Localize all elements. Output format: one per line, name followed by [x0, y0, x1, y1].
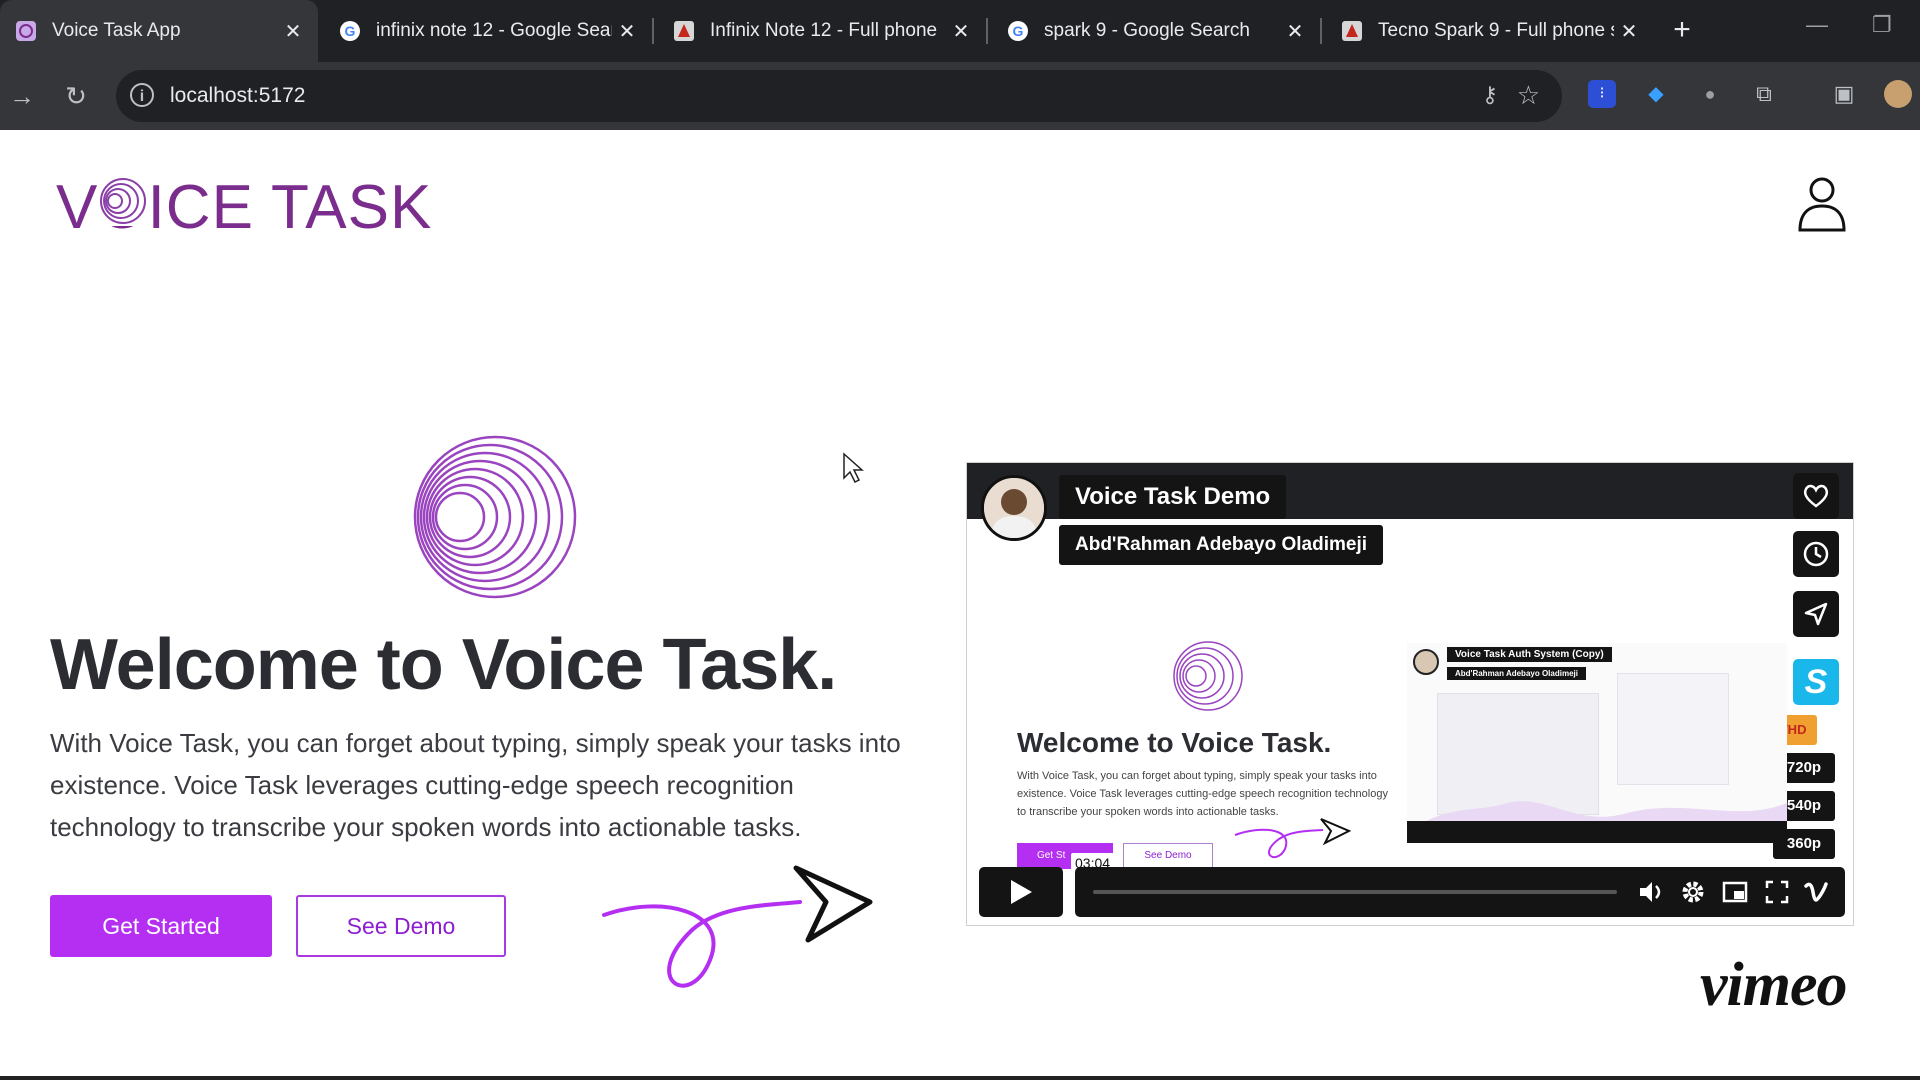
vimeo-logo[interactable]: vimeo — [1700, 950, 1847, 1021]
nested-video-title: Voice Task Auth System (Copy) — [1447, 647, 1612, 662]
extension-icon-grey[interactable]: ● — [1696, 80, 1724, 108]
google-icon: G — [1006, 19, 1030, 43]
browser-toolbar: → ↻ i localhost:5172 ⚷ ☆ ⁝ ◆ ● ⧉ ▣ — [0, 62, 1920, 130]
extension-s-icon[interactable]: S — [1793, 659, 1839, 705]
tab-title: infinix note 12 - Google Sear — [376, 20, 612, 41]
restore-icon[interactable]: ❐ — [1872, 12, 1892, 38]
gsmarena-icon — [1340, 19, 1364, 43]
play-button[interactable] — [979, 867, 1063, 917]
inner-see-demo: See Demo — [1123, 843, 1213, 869]
password-key-icon[interactable]: ⚷ — [1482, 82, 1498, 108]
inner-swirl-icon — [1234, 818, 1352, 859]
logo-ring-icon — [98, 176, 148, 226]
watch-later-clock-icon[interactable] — [1793, 531, 1839, 577]
inner-heading: Welcome to Voice Task. — [1017, 727, 1332, 758]
video-control-bar — [1075, 867, 1845, 917]
back-arrow-icon[interactable]: → — [2, 76, 42, 116]
play-icon — [1011, 880, 1032, 904]
tab-infinix-search[interactable]: G infinix note 12 - Google Sear ✕ — [324, 0, 654, 62]
minimize-icon[interactable]: — — [1806, 12, 1828, 38]
author-avatar[interactable] — [981, 475, 1047, 541]
user-profile-icon[interactable] — [1796, 176, 1848, 232]
like-heart-icon[interactable] — [1793, 473, 1839, 519]
browser-tab-strip: Voice Task App ✕ G infinix note 12 - Goo… — [0, 0, 1920, 62]
google-icon: G — [338, 19, 362, 43]
hero-description: With Voice Task, you can forget about ty… — [50, 728, 901, 842]
video-title[interactable]: Voice Task Demo — [1059, 475, 1287, 519]
address-bar[interactable]: i localhost:5172 ⚷ ☆ — [116, 70, 1562, 122]
demo-video-player[interactable]: Voice Task Demo Abd'Rahman Adebayo Oladi… — [966, 462, 1854, 926]
nested-controls-bar — [1407, 821, 1787, 843]
nested-avatar — [1413, 649, 1439, 675]
tab-spark-search[interactable]: G spark 9 - Google Search ✕ — [992, 0, 1322, 62]
close-icon[interactable]: ✕ — [278, 19, 308, 44]
svg-text:G: G — [1013, 23, 1024, 39]
decorative-swirl-arrow-icon — [602, 865, 873, 988]
new-tab-button[interactable]: + — [1662, 10, 1702, 50]
hero-spiral-icon — [413, 435, 577, 599]
tab-separator — [652, 18, 654, 44]
tab-title: Tecno Spark 9 - Full phone s — [1378, 20, 1614, 41]
close-icon[interactable]: ✕ — [1614, 19, 1644, 44]
hero-heading: Welcome to Voice Task. — [50, 625, 837, 705]
close-icon[interactable]: ✕ — [946, 19, 976, 44]
side-panel-icon[interactable]: ▣ — [1830, 80, 1858, 108]
tab-separator — [1320, 18, 1322, 44]
fullscreen-icon[interactable] — [1763, 878, 1791, 906]
inner-spiral-icon — [1173, 641, 1243, 711]
tab-infinix-phone[interactable]: Infinix Note 12 - Full phone ✕ — [658, 0, 988, 62]
mouse-cursor-icon — [843, 452, 864, 484]
tab-separator — [986, 18, 988, 44]
reload-icon[interactable]: ↻ — [56, 76, 96, 116]
volume-icon[interactable] — [1637, 878, 1665, 906]
tab-tecno-phone[interactable]: Tecno Spark 9 - Full phone s ✕ — [1326, 0, 1654, 62]
tab-title: Voice Task App — [52, 20, 181, 41]
nested-video-author: Abd'Rahman Adebayo Oladimeji — [1447, 667, 1586, 680]
url-text: localhost:5172 — [170, 84, 306, 107]
settings-gear-icon[interactable] — [1679, 878, 1707, 906]
profile-avatar[interactable] — [1884, 80, 1912, 108]
page-bottom-border — [0, 1076, 1920, 1080]
voice-task-favicon — [14, 19, 38, 43]
gsmarena-icon — [672, 19, 696, 43]
bookmark-star-icon[interactable]: ☆ — [1517, 80, 1540, 111]
see-demo-button[interactable]: See Demo — [296, 895, 506, 957]
tab-title: spark 9 - Google Search — [1044, 20, 1250, 41]
site-info-icon[interactable]: i — [130, 83, 154, 107]
get-started-button[interactable]: Get Started — [50, 895, 272, 957]
svg-text:G: G — [345, 23, 356, 39]
extensions-puzzle-icon[interactable]: ⧉ — [1750, 80, 1778, 108]
tab-title: Infinix Note 12 - Full phone — [710, 20, 938, 41]
inner-description: With Voice Task, you can forget about ty… — [1017, 770, 1388, 818]
nested-card-panel — [1617, 673, 1729, 785]
vimeo-v-icon[interactable] — [1803, 878, 1831, 906]
close-icon[interactable]: ✕ — [612, 19, 642, 44]
video-progress-track[interactable] — [1093, 890, 1617, 894]
share-send-icon[interactable] — [1793, 591, 1839, 637]
extension-icon-blue[interactable]: ⁝ — [1588, 80, 1616, 108]
nested-video-preview: Voice Task Auth System (Copy) Abd'Rahman… — [1407, 643, 1787, 843]
video-author[interactable]: Abd'Rahman Adebayo Oladimeji — [1059, 525, 1384, 565]
extension-icon-shield[interactable]: ◆ — [1642, 80, 1670, 108]
tab-voice-task-app[interactable]: Voice Task App ✕ — [0, 0, 318, 62]
close-icon[interactable]: ✕ — [1280, 19, 1310, 44]
picture-in-picture-icon[interactable] — [1721, 878, 1749, 906]
